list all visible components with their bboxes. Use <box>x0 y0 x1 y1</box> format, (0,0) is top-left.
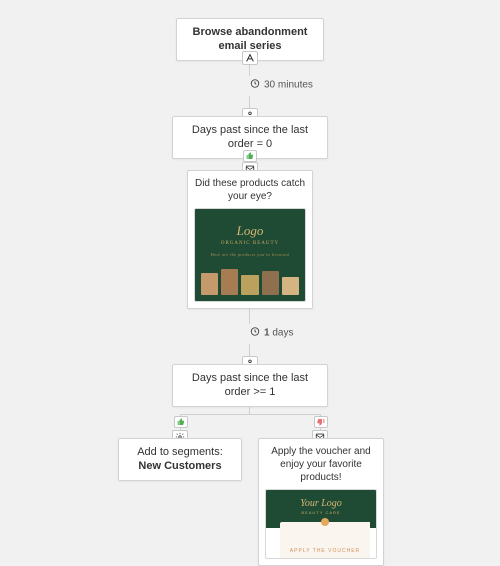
brand-tagline: BEAUTY CARE <box>266 510 376 515</box>
email-thumbnail: Logo ORGANIC BEAUTY Here are the product… <box>194 208 306 302</box>
condition-node[interactable]: Days past since the last order >= 1 <box>172 364 328 407</box>
brand-logo: Your Logo <box>266 498 376 509</box>
connector <box>180 414 320 415</box>
delay-node: 30 minutes <box>250 79 313 92</box>
product-thumbnail <box>221 269 238 295</box>
email-node[interactable]: Apply the voucher and enjoy your favorit… <box>258 438 384 566</box>
thumbs-up-icon <box>243 150 257 162</box>
trigger-icon <box>242 51 258 65</box>
email-node[interactable]: Did these products catch your eye? Logo … <box>187 170 313 309</box>
email-subject: Did these products catch your eye? <box>194 177 306 203</box>
trigger-title: Browse abandonment email series <box>185 25 315 54</box>
thumbs-down-icon <box>314 416 328 428</box>
product-thumbnail <box>241 275 258 295</box>
delay-unit: days <box>270 328 294 339</box>
brand-tagline: ORGANIC BEAUTY <box>195 241 305 246</box>
cta-text: APPLY THE VOUCHER <box>280 548 370 554</box>
thumbs-up-icon <box>174 416 188 428</box>
product-thumbnail <box>201 273 218 295</box>
pin-icon <box>321 518 329 526</box>
product-thumbnail <box>262 271 279 295</box>
brand-logo: Logo <box>195 223 305 239</box>
delay-text: 30 minutes <box>264 80 313 91</box>
condition-text: Days past since the last order = 0 <box>181 123 319 152</box>
email-thumbnail: Your Logo BEAUTY CARE APPLY THE VOUCHER <box>265 489 377 559</box>
clock-icon <box>250 327 260 340</box>
action-text: Add to segments: New Customers <box>127 445 233 474</box>
action-node[interactable]: Add to segments: New Customers <box>118 438 242 481</box>
condition-text: Days past since the last order >= 1 <box>181 371 319 400</box>
delay-node: 1 days <box>250 327 293 340</box>
email-subject: Apply the voucher and enjoy your favorit… <box>265 445 377 484</box>
clock-icon <box>250 79 260 92</box>
email-headline: Here are the products you've browsed <box>195 252 305 257</box>
product-thumbnail <box>282 277 299 295</box>
